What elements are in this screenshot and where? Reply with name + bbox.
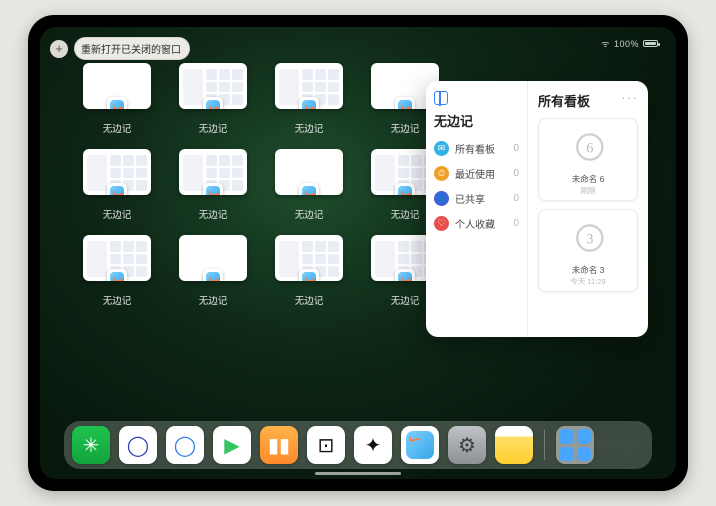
- reopen-pill-group: + 重新打开已关闭的窗口: [50, 37, 190, 60]
- category-count: 0: [513, 168, 519, 179]
- window-preview-card[interactable]: 无边记 ✉ 所有看板 0 ⏱ 最近使用 0 👤 已共享 0 ♡ 个人收藏 0 所有看板 ··· 6 未命…: [426, 81, 648, 337]
- category-row[interactable]: ⏱ 最近使用 0: [434, 161, 519, 186]
- window-thumbnail: [83, 235, 151, 281]
- category-count: 0: [513, 193, 519, 204]
- window-thumbnail: [83, 149, 151, 195]
- quark-icon[interactable]: ◯: [166, 426, 204, 464]
- category-icon: ⏱: [434, 166, 449, 181]
- freeform-icon[interactable]: [401, 426, 439, 464]
- category-count: 0: [513, 218, 519, 229]
- window-label: 无边记: [199, 293, 228, 307]
- wechat-icon[interactable]: ✳: [72, 426, 110, 464]
- window-tile[interactable]: 无边记: [76, 235, 158, 307]
- app-icon-chip: [299, 269, 319, 281]
- window-tile[interactable]: 无边记: [268, 235, 350, 307]
- more-icon[interactable]: ···: [621, 89, 638, 105]
- app-icon-chip: [395, 183, 415, 195]
- dock: ✳◯◯▶▮▮⊡✦⚙: [64, 421, 652, 469]
- app-icon-chip: [395, 97, 415, 109]
- board-label: 未命名 6: [543, 173, 633, 185]
- window-tile[interactable]: 无边记: [268, 63, 350, 135]
- category-label: 个人收藏: [455, 216, 495, 231]
- window-label: 无边记: [295, 207, 324, 221]
- window-thumbnail: [275, 63, 343, 109]
- svg-text:6: 6: [586, 140, 593, 156]
- dice-icon[interactable]: ⊡: [307, 426, 345, 464]
- board-sublabel: 今天 11:29: [543, 276, 633, 287]
- dock-separator: [544, 430, 545, 460]
- connect-icon[interactable]: ✦: [354, 426, 392, 464]
- window-label: 无边记: [391, 121, 420, 135]
- preview-title-right: 所有看板: [538, 91, 590, 110]
- window-label: 无边记: [103, 207, 132, 221]
- board-label: 未命名 3: [543, 264, 633, 276]
- recent-apps-folder[interactable]: [556, 426, 594, 464]
- battery-percent: 100%: [614, 39, 639, 49]
- category-row[interactable]: 👤 已共享 0: [434, 186, 519, 211]
- board-card[interactable]: 6 未命名 6刚刚: [538, 118, 638, 201]
- reopen-label: 重新打开已关闭的窗口: [81, 41, 181, 56]
- category-label: 最近使用: [455, 166, 495, 181]
- wifi-icon: ᯤ: [601, 37, 610, 50]
- board-canvas: 3: [543, 214, 633, 262]
- category-icon: ✉: [434, 141, 449, 156]
- board-sublabel: 刚刚: [543, 185, 633, 196]
- app-icon-chip: [203, 183, 223, 195]
- window-label: 无边记: [103, 293, 132, 307]
- app-icon-chip: [299, 183, 319, 195]
- window-label: 无边记: [295, 121, 324, 135]
- window-label: 无边记: [199, 207, 228, 221]
- category-label: 已共享: [455, 191, 485, 206]
- window-thumbnail: [275, 149, 343, 195]
- window-thumbnail: [179, 149, 247, 195]
- category-row[interactable]: ♡ 个人收藏 0: [434, 211, 519, 236]
- window-tile[interactable]: 无边记: [76, 149, 158, 221]
- window-tile[interactable]: 无边记: [172, 63, 254, 135]
- preview-title-left: 无边记: [434, 111, 473, 130]
- battery-icon: [643, 40, 658, 47]
- settings-icon[interactable]: ⚙: [448, 426, 486, 464]
- reopen-closed-window-button[interactable]: 重新打开已关闭的窗口: [74, 37, 190, 60]
- app-icon-chip: [203, 97, 223, 109]
- window-label: 无边记: [103, 121, 132, 135]
- quark-hd-icon[interactable]: ◯: [119, 426, 157, 464]
- window-thumbnail: [275, 235, 343, 281]
- app-expose-grid: 无边记无边记无边记无边记无边记无边记无边记无边记无边记无边记无边记无边记: [76, 63, 446, 307]
- window-label: 无边记: [295, 293, 324, 307]
- category-icon: ♡: [434, 216, 449, 231]
- app-icon-chip: [299, 97, 319, 109]
- status-bar: ᯤ 100%: [601, 37, 658, 50]
- app-icon-chip: [203, 269, 223, 281]
- screen: ᯤ 100% + 重新打开已关闭的窗口 无边记无边记无边记无边记无边记无边记无边…: [40, 27, 676, 479]
- app-icon-chip: [395, 269, 415, 281]
- category-icon: 👤: [434, 191, 449, 206]
- app-icon-chip: [107, 97, 127, 109]
- window-tile[interactable]: 无边记: [268, 149, 350, 221]
- window-thumbnail: [83, 63, 151, 109]
- window-label: 无边记: [391, 293, 420, 307]
- window-tile[interactable]: 无边记: [76, 63, 158, 135]
- svg-text:3: 3: [586, 231, 593, 247]
- window-thumbnail: [179, 63, 247, 109]
- window-thumbnail: [179, 235, 247, 281]
- board-canvas: 6: [543, 123, 633, 171]
- board-card[interactable]: 3 未命名 3今天 11:29: [538, 209, 638, 292]
- category-row[interactable]: ✉ 所有看板 0: [434, 136, 519, 161]
- books-icon[interactable]: ▮▮: [260, 426, 298, 464]
- notes-icon[interactable]: [495, 426, 533, 464]
- app-icon-chip: [107, 269, 127, 281]
- sidebar-icon: [434, 91, 448, 105]
- window-tile[interactable]: 无边记: [172, 235, 254, 307]
- category-count: 0: [513, 143, 519, 154]
- app-icon-chip: [107, 183, 127, 195]
- window-label: 无边记: [391, 207, 420, 221]
- category-label: 所有看板: [455, 141, 495, 156]
- ipad-frame: ᯤ 100% + 重新打开已关闭的窗口 无边记无边记无边记无边记无边记无边记无边…: [28, 15, 688, 491]
- window-label: 无边记: [199, 121, 228, 135]
- play-icon[interactable]: ▶: [213, 426, 251, 464]
- window-tile[interactable]: 无边记: [172, 149, 254, 221]
- home-indicator[interactable]: [315, 472, 401, 475]
- new-window-button[interactable]: +: [50, 40, 68, 58]
